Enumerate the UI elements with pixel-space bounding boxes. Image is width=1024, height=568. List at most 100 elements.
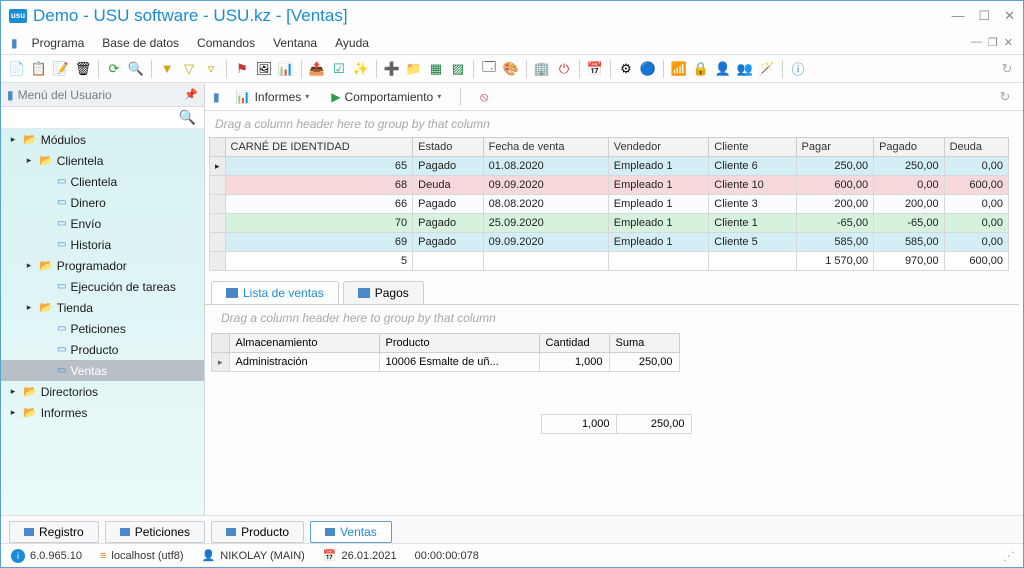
tree-tienda[interactable]: ▸📂Tienda (1, 297, 204, 318)
tb-add-icon[interactable]: ➕ (382, 59, 402, 79)
tb-lock-icon[interactable]: 🔒 (691, 59, 711, 79)
tb-filter2-icon[interactable]: ▽ (179, 59, 199, 79)
minimize-button[interactable]: — (951, 8, 964, 24)
tb-rss-icon[interactable]: 📶 (669, 59, 689, 79)
tb-folder-icon[interactable]: 📁 (404, 59, 424, 79)
calendar-icon: 📅 (323, 549, 337, 562)
table-row[interactable]: 69Pagado09.09.2020Empleado 1Cliente 5585… (210, 233, 1009, 252)
tree-ventas[interactable]: ▭Ventas (1, 360, 204, 381)
menu-comandos[interactable]: Comandos (189, 34, 263, 52)
sidebar-search[interactable]: 🔍 (1, 107, 204, 129)
maximize-button[interactable]: ☐ (978, 8, 990, 24)
tree-directorios[interactable]: ▸📂Directorios (1, 381, 204, 402)
tb-calendar-icon[interactable]: 📅 (585, 59, 605, 79)
tree-historia[interactable]: ▭Historia (1, 234, 204, 255)
main-panel: ▮ 📊 Informes▾ ▶ Comportamiento▾ ⦸ ↻ Drag… (205, 83, 1023, 515)
detail-tabs: Lista de ventasPagos (205, 277, 1019, 305)
tb-excel2-icon[interactable]: ▨ (448, 59, 468, 79)
tree-informes[interactable]: ▸📂Informes (1, 402, 204, 423)
comportamiento-button[interactable]: ▶ Comportamiento▾ (325, 88, 447, 106)
tab-lista-de-ventas[interactable]: Lista de ventas (211, 281, 339, 304)
footer-tab-producto[interactable]: Producto (211, 521, 304, 543)
nav-tree: ▸📂Módulos▸📂Clientela▭Clientela▭Dinero▭En… (1, 129, 204, 515)
tb-image-icon[interactable]: 🖼 (254, 59, 274, 79)
sidebar-header: ▮ Menú del Usuario 📌 (1, 83, 204, 107)
tree-dinero[interactable]: ▭Dinero (1, 192, 204, 213)
db-icon: ≡ (100, 550, 106, 562)
doc-icon: ▭ (57, 239, 66, 250)
detail-grid[interactable]: AlmacenamientoProductoCantidadSuma▸Admin… (211, 333, 680, 372)
doc-icon: ▭ (57, 218, 66, 229)
footer-tab-peticiones[interactable]: Peticiones (105, 521, 205, 543)
tb-flag-icon[interactable]: ⚑ (232, 59, 252, 79)
tb-check-icon[interactable]: ☑ (329, 59, 349, 79)
main-toolbar: 📄 📋 📝 🗑 ⟳ 🔍 ▼ ▽ ▿ ⚑ 🖼 📊 📤 ☑ ✨ ➕ 📁 ▦ ▨ 🗔 … (1, 55, 1023, 83)
tree-clientela[interactable]: ▸📂Clientela (1, 150, 204, 171)
mdi-close-icon[interactable]: ✕ (1004, 36, 1013, 49)
tb-window-icon[interactable]: 🗔 (479, 59, 499, 79)
mdi-minimize-icon[interactable]: — (971, 36, 982, 49)
tb-user-icon[interactable]: 👤 (713, 59, 733, 79)
tb-picture-icon[interactable]: 🎨 (501, 59, 521, 79)
user-icon: 👤 (202, 549, 216, 562)
table-row[interactable]: 68Deuda09.09.2020Empleado 1Cliente 10600… (210, 176, 1009, 195)
sales-grid[interactable]: CARNÉ DE IDENTIDADEstadoFecha de ventaVe… (209, 137, 1009, 271)
table-row[interactable]: ▸Administración10006 Esmalte de uñ...1,0… (212, 353, 680, 372)
tree-peticiones[interactable]: ▭Peticiones (1, 318, 204, 339)
tb-export-icon[interactable]: 📤 (307, 59, 327, 79)
footer-tab-ventas[interactable]: Ventas (310, 521, 392, 543)
tb-wizard-icon[interactable]: ✨ (351, 59, 371, 79)
tree-programador[interactable]: ▸📂Programador (1, 255, 204, 276)
table-row[interactable]: 70Pagado25.09.2020Empleado 1Cliente 1-65… (210, 214, 1009, 233)
menu-programa[interactable]: Programa (24, 34, 93, 52)
table-row[interactable]: ▸65Pagado01.08.2020Empleado 1Cliente 625… (210, 157, 1009, 176)
sub-history-icon[interactable]: ↻ (995, 87, 1015, 107)
status-date: 26.01.2021 (342, 550, 397, 562)
tb-info-icon[interactable]: ⓘ (788, 59, 808, 79)
close-button[interactable]: ✕ (1004, 8, 1015, 24)
tree-ejecución-de-tareas[interactable]: ▭Ejecución de tareas (1, 276, 204, 297)
pin-icon[interactable]: 📌 (184, 88, 198, 101)
tb-filter-icon[interactable]: ▼ (157, 59, 177, 79)
tree-envío[interactable]: ▭Envío (1, 213, 204, 234)
group-hint: Drag a column header here to group by th… (205, 111, 1019, 137)
doc-icon: ▭ (57, 197, 66, 208)
tb-users-icon[interactable]: 👥 (735, 59, 755, 79)
tree-módulos[interactable]: ▸📂Módulos (1, 129, 204, 150)
tb-power-icon[interactable]: ⏻ (554, 59, 574, 79)
tree-producto[interactable]: ▭Producto (1, 339, 204, 360)
table-row[interactable]: 66Pagado08.08.2020Empleado 1Cliente 3200… (210, 195, 1009, 214)
mdi-restore-icon[interactable]: ❐ (988, 36, 998, 49)
tb-history-icon[interactable]: ↻ (997, 59, 1017, 79)
menu-ayuda[interactable]: Ayuda (327, 34, 377, 52)
tab-pagos[interactable]: Pagos (343, 281, 424, 304)
tb-filter3-icon[interactable]: ▿ (201, 59, 221, 79)
menu-basedatos[interactable]: Base de datos (94, 34, 187, 52)
status-user: NIKOLAY (MAIN) (220, 550, 305, 562)
status-version: 6.0.965.10 (30, 550, 82, 562)
tb-refresh-icon[interactable]: ⟳ (104, 59, 124, 79)
tb-color-icon[interactable]: 🔵 (638, 59, 658, 79)
resize-grip[interactable]: ⋰ (1003, 549, 1013, 563)
folder-icon: 📂 (23, 133, 37, 146)
tb-edit-icon[interactable]: 📝 (51, 59, 71, 79)
stop-icon[interactable]: ⦸ (474, 87, 494, 107)
menu-ventana[interactable]: Ventana (265, 34, 325, 52)
informes-button[interactable]: 📊 Informes▾ (230, 88, 316, 106)
tb-new-icon[interactable]: 📄 (7, 59, 27, 79)
statusbar: i6.0.965.10 ≡localhost (utf8) 👤NIKOLAY (… (1, 543, 1023, 567)
tb-delete-icon[interactable]: 🗑 (73, 59, 93, 79)
tb-wand-icon[interactable]: 🪄 (757, 59, 777, 79)
tb-gear-icon[interactable]: ⚙ (616, 59, 636, 79)
tb-excel-icon[interactable]: ▦ (426, 59, 446, 79)
tb-org-icon[interactable]: 🏢 (532, 59, 552, 79)
folder-icon: 📂 (39, 154, 53, 167)
footer-tab-registro[interactable]: Registro (9, 521, 99, 543)
sum-row: 51 570,00970,00600,00 (210, 252, 1009, 271)
tb-chart-icon[interactable]: 📊 (276, 59, 296, 79)
tb-search-icon[interactable]: 🔍 (126, 59, 146, 79)
tb-open-icon[interactable]: 📋 (29, 59, 49, 79)
tree-clientela[interactable]: ▭Clientela (1, 171, 204, 192)
window-title: Demo - USU software - USU.kz - [Ventas] (33, 6, 945, 26)
doc-icon: ▭ (57, 365, 66, 376)
